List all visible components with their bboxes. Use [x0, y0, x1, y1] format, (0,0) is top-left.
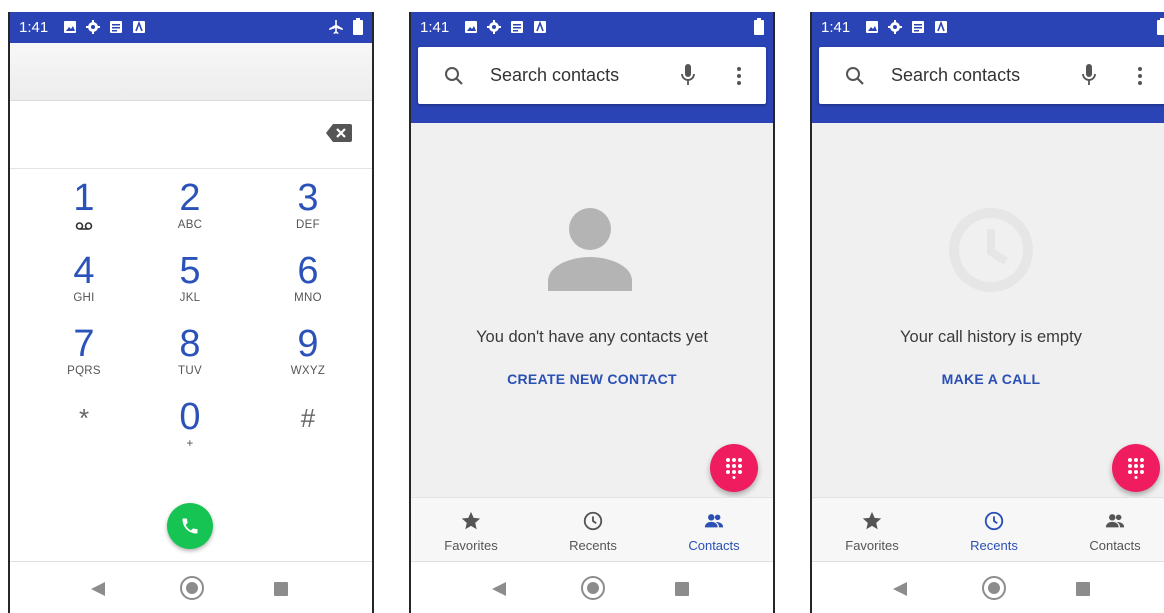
search-input[interactable]: Search contacts: [490, 65, 619, 86]
battery-icon: [1157, 18, 1164, 35]
search-icon[interactable]: [845, 66, 865, 86]
make-a-call-button[interactable]: MAKE A CALL: [812, 371, 1164, 387]
dialpad-key-0[interactable]: 0 +: [150, 398, 230, 450]
empty-contacts-message: You don't have any contacts yet: [476, 328, 708, 346]
dialer-header: [10, 43, 372, 101]
dialpad-icon: [1128, 458, 1144, 479]
star-icon: [461, 511, 481, 530]
clock-icon: [583, 511, 603, 531]
dialpad-key-9[interactable]: 9 WXYZ: [268, 325, 348, 377]
person-icon: [548, 208, 632, 291]
recent-apps-icon[interactable]: [1076, 582, 1090, 596]
dialpad-key-pound[interactable]: #: [268, 398, 348, 438]
status-time: 1:41: [420, 19, 450, 36]
star-icon: [862, 511, 882, 530]
dialpad-key-1[interactable]: 1: [44, 179, 124, 235]
keyboard-notification-icon: [534, 20, 546, 33]
message-notification-icon: [511, 21, 523, 33]
dialpad-key-3[interactable]: 3 DEF: [268, 179, 348, 231]
dial-number-field[interactable]: [10, 101, 372, 169]
dialpad-icon: [726, 458, 742, 479]
search-bar[interactable]: Search contacts: [418, 47, 766, 104]
more-options-icon[interactable]: [736, 66, 742, 86]
create-new-contact-button[interactable]: CREATE NEW CONTACT: [411, 371, 773, 387]
dialpad-key-6[interactable]: 6 MNO: [268, 252, 348, 304]
back-icon[interactable]: [492, 582, 506, 596]
dialpad-key-7[interactable]: 7 PQRS: [44, 325, 124, 377]
tab-favorites[interactable]: Favorites: [817, 498, 927, 562]
home-icon[interactable]: [180, 576, 204, 600]
status-time: 1:41: [19, 19, 49, 36]
dialpad-fab[interactable]: [1112, 444, 1160, 492]
dialpad-key-star[interactable]: *: [44, 398, 124, 438]
dialpad-key-5[interactable]: 5 JKL: [150, 252, 230, 304]
tab-recents[interactable]: Recents: [538, 498, 648, 562]
system-nav-bar: [411, 561, 773, 613]
phone-icon: [182, 518, 198, 534]
backspace-icon[interactable]: [326, 123, 352, 143]
status-bar: 1:41: [411, 12, 773, 43]
dialpad-key-8[interactable]: 8 TUV: [150, 325, 230, 377]
empty-history-message: Your call history is empty: [900, 328, 1082, 346]
message-notification-icon: [912, 21, 924, 33]
dialer-screen: 1:41 1 2 ABC 3 DEF 4 GHI 5 JKL 6 MNO 7 P…: [8, 12, 374, 613]
image-notification-icon: [64, 21, 76, 33]
tab-favorites[interactable]: Favorites: [416, 498, 526, 562]
battery-icon: [754, 18, 764, 35]
settings-notification-icon: [86, 20, 100, 34]
recent-apps-icon[interactable]: [274, 582, 288, 596]
system-nav-bar: [10, 561, 372, 613]
people-icon: [1105, 514, 1125, 528]
more-options-icon[interactable]: [1137, 66, 1143, 86]
image-notification-icon: [465, 21, 477, 33]
app-bar: Search contacts: [812, 43, 1164, 123]
message-notification-icon: [110, 21, 122, 33]
home-icon[interactable]: [581, 576, 605, 600]
bottom-tabs: Favorites Recents Contacts: [812, 497, 1164, 561]
recents-screen: 1:41 Search contacts Your call history i…: [810, 12, 1164, 613]
recents-empty-state: Your call history is empty MAKE A CALL: [812, 123, 1164, 497]
app-bar: Search contacts: [411, 43, 773, 123]
keyboard-notification-icon: [133, 20, 145, 33]
back-icon[interactable]: [893, 582, 907, 596]
search-icon[interactable]: [444, 66, 464, 86]
home-icon[interactable]: [982, 576, 1006, 600]
tab-contacts[interactable]: Contacts: [659, 498, 769, 562]
status-bar: 1:41: [10, 12, 372, 43]
back-icon[interactable]: [91, 582, 105, 596]
voicemail-icon: [75, 222, 93, 230]
system-nav-bar: [812, 561, 1164, 613]
settings-notification-icon: [487, 20, 501, 34]
dialpad-fab[interactable]: [710, 444, 758, 492]
tab-recents[interactable]: Recents: [939, 498, 1049, 562]
keyboard-notification-icon: [935, 20, 947, 33]
dialpad-key-2[interactable]: 2 ABC: [150, 179, 230, 231]
microphone-icon[interactable]: [680, 64, 696, 86]
settings-notification-icon: [888, 20, 902, 34]
contacts-empty-state: You don't have any contacts yet CREATE N…: [411, 123, 773, 497]
people-icon: [704, 514, 724, 528]
airplane-mode-icon: [329, 19, 343, 34]
clock-icon: [949, 208, 1033, 292]
search-bar[interactable]: Search contacts: [819, 47, 1164, 104]
microphone-icon[interactable]: [1081, 64, 1097, 86]
tab-contacts[interactable]: Contacts: [1060, 498, 1164, 562]
image-notification-icon: [866, 21, 878, 33]
call-button[interactable]: [167, 503, 213, 549]
clock-icon: [984, 511, 1004, 531]
search-input[interactable]: Search contacts: [891, 65, 1020, 86]
battery-icon: [353, 18, 363, 35]
status-bar: 1:41: [812, 12, 1164, 43]
contacts-screen: 1:41 Search contacts You don't have any …: [409, 12, 775, 613]
recent-apps-icon[interactable]: [675, 582, 689, 596]
status-time: 1:41: [821, 19, 851, 36]
dialpad-key-4[interactable]: 4 GHI: [44, 252, 124, 304]
bottom-tabs: Favorites Recents Contacts: [411, 497, 773, 561]
